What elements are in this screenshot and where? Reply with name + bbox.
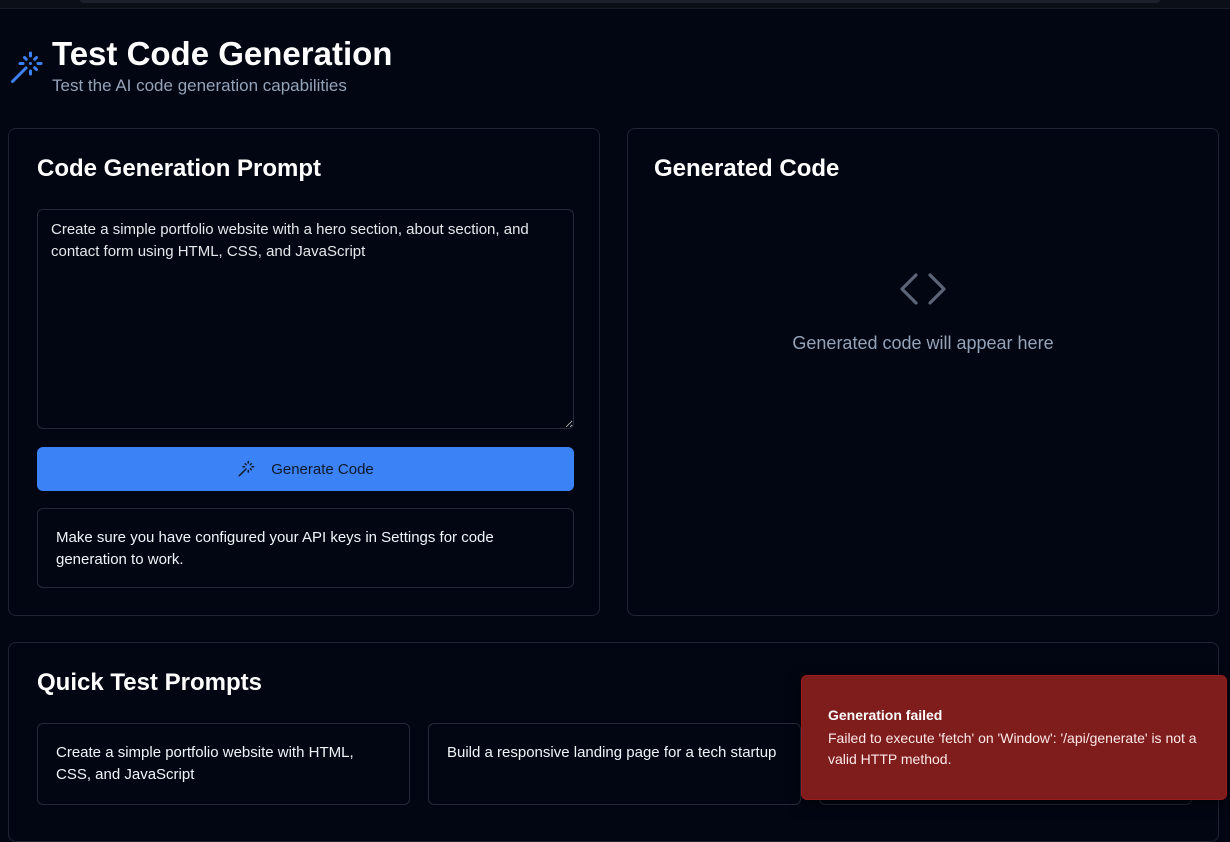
prompt-input[interactable]: Create a simple portfolio website with a… bbox=[37, 209, 574, 429]
magic-wand-icon bbox=[11, 51, 43, 83]
quick-prompts-title: Quick Test Prompts bbox=[37, 669, 262, 696]
generate-code-button[interactable]: Generate Code bbox=[37, 447, 574, 491]
magic-wand-icon bbox=[238, 460, 255, 477]
error-toast[interactable]: Generation failed Failed to execute 'fet… bbox=[801, 675, 1227, 800]
output-placeholder: Generated code will appear here bbox=[792, 333, 1054, 353]
output-panel-title: Generated Code bbox=[654, 155, 840, 182]
page-subtitle: Test the AI code generation capabilities bbox=[52, 76, 347, 95]
page-header: Test Code Generation Test the AI code ge… bbox=[8, 36, 392, 96]
generate-code-label: Generate Code bbox=[271, 460, 374, 478]
top-scroll-track bbox=[80, 0, 1160, 3]
browser-top-bar bbox=[0, 0, 1230, 9]
prompt-panel: Code Generation Prompt Create a simple p… bbox=[8, 128, 600, 616]
prompt-panel-title: Code Generation Prompt bbox=[37, 155, 322, 182]
toast-message: Failed to execute 'fetch' on 'Window': '… bbox=[828, 730, 1197, 767]
header-text: Test Code Generation Test the AI code ge… bbox=[52, 36, 392, 96]
output-panel: Generated Code Generated code will appea… bbox=[627, 128, 1219, 616]
quick-prompt-item[interactable]: Create a simple portfolio website with H… bbox=[37, 723, 410, 805]
page-title: Test Code Generation bbox=[52, 35, 393, 72]
quick-prompt-item[interactable]: Build a responsive landing page for a te… bbox=[428, 723, 801, 805]
code-icon bbox=[900, 273, 946, 305]
toast-title: Generation failed bbox=[828, 707, 943, 723]
api-key-info: Make sure you have configured your API k… bbox=[37, 508, 574, 588]
